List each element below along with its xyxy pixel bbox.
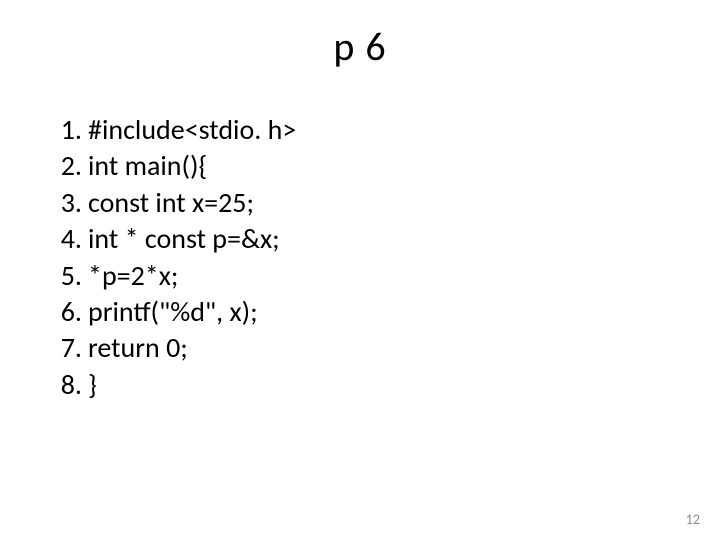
slide: p 6 1. #include<stdio. h> 2. int main(){… bbox=[0, 0, 720, 540]
line-number: 2. bbox=[40, 148, 88, 184]
code-line: 8. } bbox=[40, 367, 296, 403]
slide-title: p 6 bbox=[0, 0, 720, 71]
code-line: 6. printf("%d", x); bbox=[40, 294, 296, 330]
code-listing: 1. #include<stdio. h> 2. int main(){ 3. … bbox=[40, 112, 296, 403]
line-number: 1. bbox=[40, 112, 88, 148]
line-number: 5. bbox=[40, 258, 88, 294]
line-code: int main(){ bbox=[88, 148, 207, 184]
line-code: *p=2*x; bbox=[88, 258, 178, 294]
line-code: const int x=25; bbox=[88, 185, 254, 221]
code-line: 2. int main(){ bbox=[40, 148, 296, 184]
line-number: 3. bbox=[40, 185, 88, 221]
line-number: 6. bbox=[40, 294, 88, 330]
line-code: printf("%d", x); bbox=[88, 294, 258, 330]
line-code: #include<stdio. h> bbox=[88, 112, 296, 148]
line-code: } bbox=[88, 367, 97, 403]
line-number: 4. bbox=[40, 221, 88, 257]
code-line: 3. const int x=25; bbox=[40, 185, 296, 221]
line-code: return 0; bbox=[88, 330, 188, 366]
line-code: int * const p=&x; bbox=[88, 221, 280, 257]
line-number: 7. bbox=[40, 330, 88, 366]
code-line: 5. *p=2*x; bbox=[40, 258, 296, 294]
code-line: 7. return 0; bbox=[40, 330, 296, 366]
code-line: 1. #include<stdio. h> bbox=[40, 112, 296, 148]
code-line: 4. int * const p=&x; bbox=[40, 221, 296, 257]
line-number: 8. bbox=[40, 367, 88, 403]
page-number: 12 bbox=[686, 511, 700, 528]
